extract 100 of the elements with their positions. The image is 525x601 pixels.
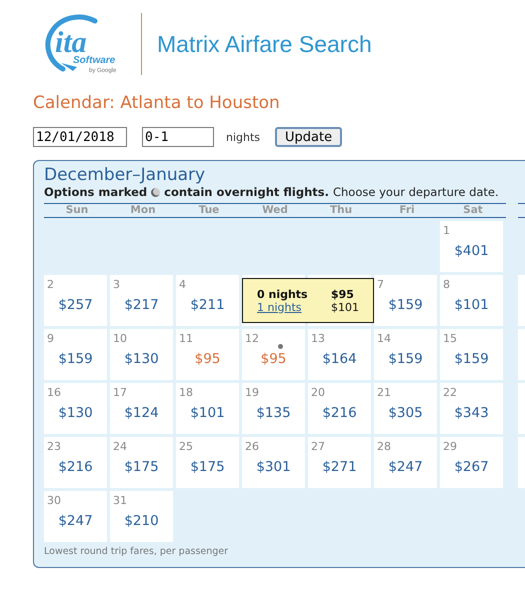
day-cell[interactable]: 11 $95 — [176, 329, 239, 380]
day-number: 13 — [311, 332, 325, 345]
fare-price[interactable]: $210 — [110, 513, 173, 529]
day-cell[interactable]: 21 $305 — [374, 383, 437, 434]
note-text: contain overnight flights. — [164, 185, 329, 199]
fare-price[interactable]: $401 — [440, 243, 503, 259]
fare-price[interactable]: $124 — [110, 405, 173, 421]
nights-label: nights — [226, 130, 260, 144]
day-number: 29 — [443, 440, 457, 453]
day-cell[interactable]: 3 $217 — [110, 275, 173, 326]
calendar-heading: December–January — [44, 165, 206, 185]
day-cell[interactable]: 16 $130 — [44, 383, 107, 434]
nights-field[interactable]: 0-1 — [142, 127, 214, 147]
fare-price[interactable]: $159 — [374, 351, 437, 367]
day-cell[interactable]: 14 $159 — [374, 329, 437, 380]
day-cell[interactable]: 10 $130 — [110, 329, 173, 380]
option-price: $95 — [331, 288, 355, 300]
day-cell[interactable]: 8 $101 — [440, 275, 503, 326]
day-number: 11 — [179, 332, 193, 345]
fare-price[interactable]: $343 — [440, 405, 503, 421]
fare-price[interactable]: $175 — [176, 459, 239, 475]
app-title: Matrix Airfare Search — [157, 30, 372, 58]
day-number: 24 — [113, 440, 127, 453]
weekday-label: Wed — [261, 204, 289, 217]
fare-price[interactable]: $130 — [44, 405, 107, 421]
day-number: 23 — [47, 440, 61, 453]
day-cell[interactable]: 1 $401 — [440, 221, 503, 272]
day-cell[interactable]: 2 $257 — [44, 275, 107, 326]
page-title: Calendar: Atlanta to Houston — [33, 93, 281, 113]
fare-price[interactable]: $95 — [176, 351, 239, 367]
day-cell[interactable]: 19 $135 — [242, 383, 305, 434]
fare-price[interactable]: $211 — [176, 297, 239, 313]
day-number: 14 — [377, 332, 391, 345]
day-number: 31 — [113, 494, 127, 507]
day-number: 20 — [311, 386, 325, 399]
fare-price[interactable]: $95 — [242, 351, 305, 367]
day-number: 12 — [245, 332, 259, 345]
option-price: $101 — [331, 300, 359, 314]
day-number: 10 — [113, 332, 127, 345]
nights-link[interactable]: 1 nights — [257, 300, 308, 314]
day-cell[interactable]: 31 $210 — [110, 491, 173, 542]
day-cell[interactable]: 20 $216 — [308, 383, 371, 434]
nights-option[interactable]: 0 nights — [257, 288, 308, 300]
day-number: 30 — [47, 494, 61, 507]
fare-price[interactable]: $175 — [110, 459, 173, 475]
fare-price[interactable]: $101 — [440, 297, 503, 313]
day-cell[interactable]: 28 $247 — [374, 437, 437, 488]
fare-price[interactable]: $301 — [242, 459, 305, 475]
fare-price[interactable]: $216 — [44, 459, 107, 475]
day-number: 7 — [377, 278, 384, 291]
day-cell[interactable]: 17 $124 — [110, 383, 173, 434]
update-button[interactable]: Update — [275, 127, 342, 147]
day-cell[interactable]: 24 $175 — [110, 437, 173, 488]
fare-price[interactable]: $130 — [110, 351, 173, 367]
fare-price[interactable]: $135 — [242, 405, 305, 421]
day-cell[interactable]: 7 $159 — [374, 275, 437, 326]
day-cell[interactable]: 13 $164 — [308, 329, 371, 380]
day-number: 26 — [245, 440, 259, 453]
fare-price[interactable]: $305 — [374, 405, 437, 421]
day-number: 22 — [443, 386, 457, 399]
day-cell[interactable]: 26 $301 — [242, 437, 305, 488]
day-number: 27 — [311, 440, 325, 453]
fare-price[interactable]: $247 — [44, 513, 107, 529]
day-number: 21 — [377, 386, 391, 399]
day-cell[interactable]: 12 $95 — [242, 329, 305, 380]
day-cell[interactable]: 9 $159 — [44, 329, 107, 380]
day-number: 17 — [113, 386, 127, 399]
fare-price[interactable]: $159 — [44, 351, 107, 367]
day-number: 28 — [377, 440, 391, 453]
day-number: 9 — [47, 332, 54, 345]
fare-price[interactable]: $271 — [308, 459, 371, 475]
day-cell[interactable]: 29 $267 — [440, 437, 503, 488]
fare-price[interactable]: $257 — [44, 297, 107, 313]
fare-price[interactable]: $159 — [374, 297, 437, 313]
day-number: 16 — [47, 386, 61, 399]
day-number: 3 — [113, 278, 120, 291]
date-field[interactable]: 12/01/2018 — [33, 127, 127, 147]
day-number: 15 — [443, 332, 457, 345]
fare-price[interactable]: $101 — [176, 405, 239, 421]
note-text: Choose your departure date. — [332, 185, 499, 199]
day-cell[interactable]: 30 $247 — [44, 491, 107, 542]
fare-price[interactable]: $217 — [110, 297, 173, 313]
day-cell[interactable]: 23 $216 — [44, 437, 107, 488]
weekday-label: Thu — [328, 204, 354, 217]
fare-price[interactable]: $267 — [440, 459, 503, 475]
day-cell[interactable]: 4 $211 — [176, 275, 239, 326]
day-cell[interactable]: 27 $271 — [308, 437, 371, 488]
fare-price[interactable]: $164 — [308, 351, 371, 367]
logo-name: Software — [73, 55, 116, 66]
fare-price[interactable]: $216 — [308, 405, 371, 421]
day-cell[interactable]: 18 $101 — [176, 383, 239, 434]
weekday-label: Sun — [64, 204, 90, 217]
day-cell[interactable]: 25 $175 — [176, 437, 239, 488]
day-cell[interactable]: 15 $159 — [440, 329, 503, 380]
fare-price[interactable]: $247 — [374, 459, 437, 475]
note-text: Options marked — [44, 185, 148, 199]
fare-price[interactable]: $159 — [440, 351, 503, 367]
day-cell[interactable]: 22 $343 — [440, 383, 503, 434]
weekday-label: Mon — [129, 204, 157, 217]
day-number: 19 — [245, 386, 259, 399]
